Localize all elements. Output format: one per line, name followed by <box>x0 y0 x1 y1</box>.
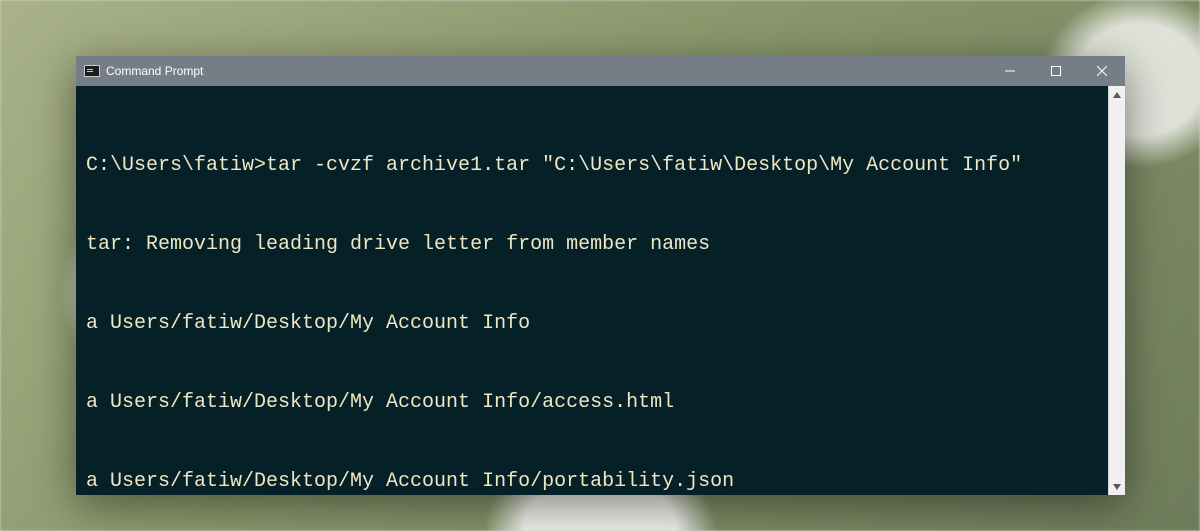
minimize-button[interactable] <box>987 56 1033 86</box>
terminal-icon <box>84 65 100 77</box>
terminal-line: a Users/fatiw/Desktop/My Account Info/ac… <box>86 390 1100 416</box>
terminal-line: tar: Removing leading drive letter from … <box>86 232 1100 258</box>
command-prompt-window: Command Prompt C:\Users\fatiw>tar -cvzf … <box>76 56 1125 495</box>
maximize-button[interactable] <box>1033 56 1079 86</box>
scroll-down-button[interactable] <box>1109 478 1125 495</box>
scrollbar-track[interactable] <box>1109 103 1125 478</box>
scroll-up-button[interactable] <box>1109 86 1125 103</box>
terminal-line: a Users/fatiw/Desktop/My Account Info/po… <box>86 469 1100 495</box>
titlebar[interactable]: Command Prompt <box>76 56 1125 86</box>
window-client-area: C:\Users\fatiw>tar -cvzf archive1.tar "C… <box>76 86 1125 495</box>
terminal-output[interactable]: C:\Users\fatiw>tar -cvzf archive1.tar "C… <box>76 86 1108 495</box>
terminal-line: C:\Users\fatiw>tar -cvzf archive1.tar "C… <box>86 153 1100 179</box>
close-button[interactable] <box>1079 56 1125 86</box>
terminal-line: a Users/fatiw/Desktop/My Account Info <box>86 311 1100 337</box>
window-title: Command Prompt <box>106 64 203 78</box>
vertical-scrollbar[interactable] <box>1108 86 1125 495</box>
